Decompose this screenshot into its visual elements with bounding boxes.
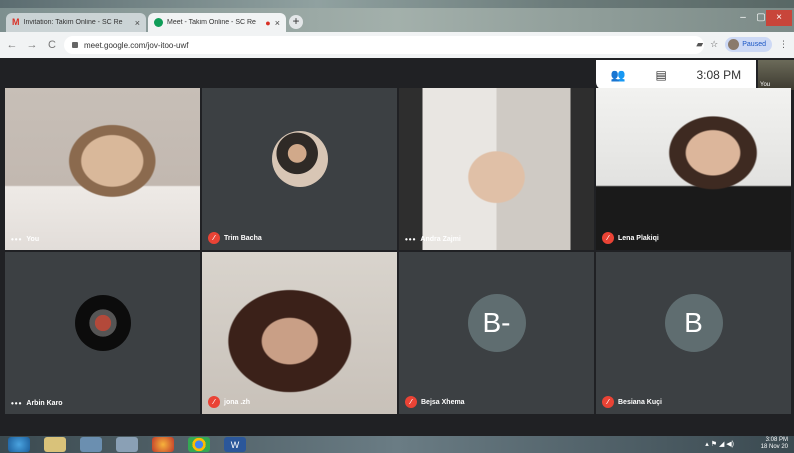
meet-call: 👥 ▤ 3:08 PM You ••• You ⁄ Trim Bacha •••…: [0, 58, 794, 444]
participant-name-row: ⁄ Besiana Kuçi: [602, 396, 662, 408]
participant-tile[interactable]: B ⁄ Besiana Kuçi: [596, 252, 791, 414]
cast-icon[interactable]: ▰: [696, 39, 703, 50]
profile-button[interactable]: Paused: [725, 37, 772, 52]
profile-avatar: [728, 39, 740, 50]
meet-icon: [154, 18, 163, 27]
participant-tile[interactable]: ••• You: [5, 88, 200, 250]
windows-start-icon[interactable]: [8, 437, 30, 452]
participant-avatar: [271, 131, 328, 188]
new-tab-button[interactable]: +: [289, 15, 303, 29]
participant-video: [399, 88, 594, 250]
gmail-icon: M: [12, 17, 20, 27]
system-clock[interactable]: 3:08 PM 18 Nov 20: [761, 437, 788, 451]
tab-invitation[interactable]: M Invitation: Takim Online - SC Re ×: [6, 13, 146, 32]
profile-status: Paused: [742, 41, 766, 48]
mic-off-icon: ⁄: [602, 396, 614, 408]
participant-name-row: ⁄ Lena Plakiqi: [602, 232, 659, 244]
participant-tile[interactable]: B- ⁄ Bejsa Xhema: [399, 252, 594, 414]
close-window-button[interactable]: ×: [766, 10, 792, 26]
participant-video: [596, 88, 791, 250]
participant-name-row: ••• Arbin Karo: [11, 399, 63, 408]
tab-close-icon[interactable]: ×: [135, 18, 140, 28]
reload-button[interactable]: C: [44, 39, 60, 51]
tab-meet[interactable]: Meet - Takim Online - SC Re ● ×: [148, 13, 286, 32]
participant-avatar: [74, 295, 131, 352]
url-text: meet.google.com/jov-itoo-uwf: [84, 40, 189, 50]
participant-name: Lena Plakiqi: [618, 234, 659, 242]
participant-tile[interactable]: ••• Andra Zajmi: [399, 88, 594, 250]
mic-off-icon: ⁄: [405, 396, 417, 408]
clock-date: 18 Nov 20: [760, 444, 788, 450]
participants-icon[interactable]: 👥: [611, 68, 626, 82]
media-player-icon[interactable]: [80, 437, 102, 452]
participant-name-row: ⁄ jona .zh: [208, 396, 250, 408]
menu-icon[interactable]: ⋮: [779, 39, 788, 50]
meet-time: 3:08 PM: [696, 68, 742, 82]
participant-tile[interactable]: ⁄ Lena Plakiqi: [596, 88, 791, 250]
participant-tile[interactable]: ••• Arbin Karo: [5, 252, 200, 414]
lock-icon: [72, 42, 78, 48]
system-tray-icons[interactable]: ▴ ⚑ ◢ ◀): [705, 440, 734, 448]
browser-window: M Invitation: Takim Online - SC Re × Mee…: [0, 8, 794, 444]
participant-name-row: ⁄ Bejsa Xhema: [405, 396, 465, 408]
address-bar[interactable]: meet.google.com/jov-itoo-uwf: [64, 36, 704, 54]
more-options-icon[interactable]: •••: [11, 399, 22, 408]
star-icon[interactable]: ☆: [710, 39, 718, 50]
task-icon[interactable]: [116, 437, 138, 452]
chat-icon[interactable]: ▤: [655, 68, 666, 82]
participant-name: jona .zh: [224, 398, 251, 406]
participant-tile[interactable]: ⁄ jona .zh: [202, 252, 397, 414]
mic-off-icon: ⁄: [602, 232, 614, 244]
participant-name-row: ⁄ Trim Bacha: [208, 232, 262, 244]
participant-name-row: ••• Andra Zajmi: [405, 235, 461, 244]
recording-icon: ●: [265, 17, 271, 28]
self-view-thumbnail[interactable]: You: [758, 60, 794, 90]
participant-tile[interactable]: ⁄ Trim Bacha: [202, 88, 397, 250]
participant-name-row: ••• You: [11, 235, 39, 244]
participant-video: [5, 88, 200, 250]
participant-grid: ••• You ⁄ Trim Bacha ••• Andra Zajmi ⁄ L…: [5, 88, 791, 418]
mic-off-icon: ⁄: [208, 396, 220, 408]
chrome-icon[interactable]: [188, 437, 210, 452]
firefox-icon[interactable]: [152, 437, 174, 452]
browser-toolbar: ← → C meet.google.com/jov-itoo-uwf ▰ ☆ P…: [0, 32, 794, 58]
tab-title: Invitation: Takim Online - SC Re: [23, 19, 123, 26]
windows-taskbar: W ▴ ⚑ ◢ ◀) 3:08 PM 18 Nov 20: [0, 436, 794, 453]
tab-title: Meet - Takim Online - SC Re: [167, 19, 256, 26]
tab-strip: M Invitation: Takim Online - SC Re × Mee…: [0, 8, 794, 32]
participant-name: Besiana Kuçi: [618, 398, 662, 406]
participant-name: Arbin Karo: [26, 400, 63, 407]
toolbar-right: ▰ ☆ Paused ⋮: [696, 37, 788, 52]
mic-off-icon: ⁄: [208, 232, 220, 244]
participant-video: [202, 252, 397, 414]
word-icon[interactable]: W: [224, 437, 246, 452]
participant-letter-avatar: B: [664, 294, 723, 353]
forward-button[interactable]: →: [24, 39, 40, 51]
clock-time: 3:08 PM: [765, 437, 788, 443]
back-button[interactable]: ←: [4, 39, 20, 51]
more-options-icon[interactable]: •••: [11, 235, 22, 244]
participant-name: You: [26, 236, 40, 243]
participant-name: Bejsa Xhema: [421, 398, 465, 406]
participant-name: Andra Zajmi: [420, 236, 461, 243]
meet-controls-pill: 👥 ▤ 3:08 PM: [596, 60, 756, 90]
file-explorer-icon[interactable]: [44, 437, 66, 452]
participant-letter-avatar: B-: [467, 294, 526, 353]
tab-close-icon[interactable]: ×: [275, 18, 280, 28]
participant-name: Trim Bacha: [224, 234, 262, 242]
more-options-icon[interactable]: •••: [405, 235, 416, 244]
